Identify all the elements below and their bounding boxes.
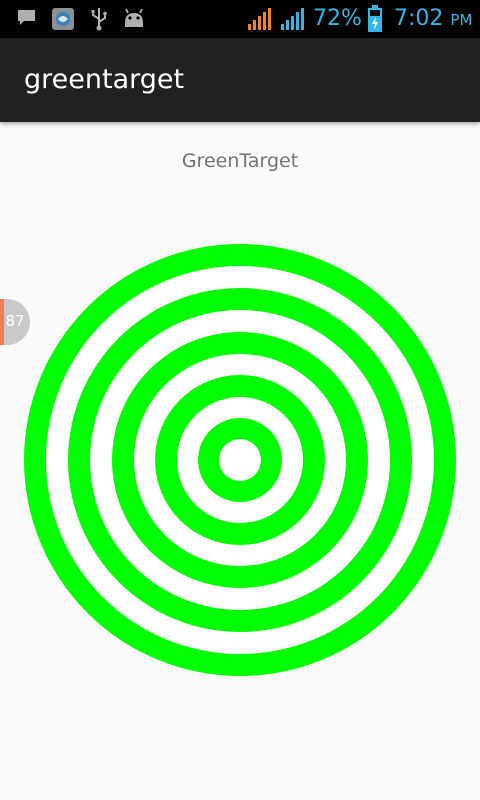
status-bar: 72% 7:02 PM <box>0 0 480 38</box>
floating-badge[interactable]: 87 <box>0 299 30 345</box>
clock-ampm: PM <box>450 11 473 29</box>
battery-percentage: 72% <box>313 6 362 31</box>
signal-icon <box>281 8 304 30</box>
battery-charging-icon <box>368 5 382 32</box>
main-content: GreenTarget <box>0 122 480 800</box>
signal-icon <box>248 8 271 30</box>
android-icon <box>125 8 143 27</box>
badge-count: 87 <box>5 312 25 330</box>
target-center <box>219 439 261 481</box>
usb-icon <box>91 8 107 31</box>
clock: 7:02 PM <box>394 4 472 35</box>
green-target[interactable] <box>0 122 480 800</box>
clock-time: 7:02 <box>394 6 444 31</box>
message-icon <box>18 10 35 25</box>
app-title: greentarget <box>24 64 185 95</box>
app-bar: greentarget <box>0 38 480 122</box>
app-icon <box>52 8 74 30</box>
